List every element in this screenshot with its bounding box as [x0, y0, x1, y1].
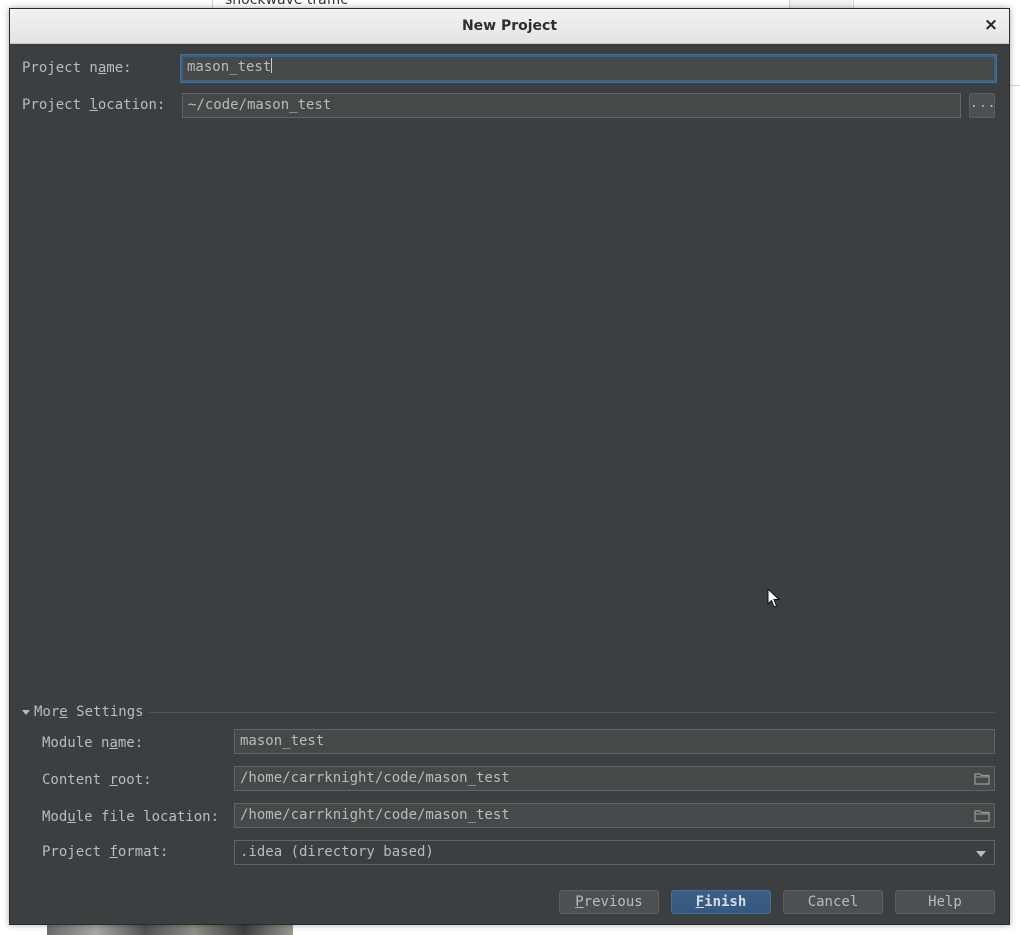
module-name-label: Module name:: [42, 735, 143, 751]
mnemonic-key: l: [89, 97, 98, 113]
new-project-dialog: New Project × Project name: mason_test P…: [9, 8, 1010, 925]
label-text: Project: [22, 97, 90, 113]
module-name-input[interactable]: mason_test: [234, 729, 995, 754]
project-format-label: Project format:: [42, 844, 168, 860]
mnemonic-key: f: [109, 844, 118, 860]
button-label: inish: [704, 894, 747, 910]
project-format-value: .idea (directory based): [240, 844, 434, 860]
project-name-label: Project name:: [22, 60, 132, 76]
label-text: Mod: [42, 809, 68, 825]
section-divider: [149, 712, 995, 713]
label-text: ocation:: [97, 97, 166, 113]
label-text: me:: [106, 60, 132, 76]
background-divider: [1010, 85, 1020, 86]
background-search-button: [789, 0, 852, 8]
project-location-value: ~/code/mason_test: [188, 97, 332, 113]
mnemonic-key: a: [109, 735, 118, 751]
label-text: me:: [117, 735, 144, 751]
background-thumbnail: [47, 924, 293, 935]
previous-button[interactable]: Previous: [559, 890, 659, 914]
label-text: Mor: [34, 704, 60, 720]
button-label: revious: [583, 894, 643, 910]
label-text: le file location:: [75, 809, 220, 825]
label-text: Settings: [67, 704, 144, 720]
label-text: oot:: [117, 772, 152, 788]
project-name-value: mason_test: [187, 59, 272, 75]
label-text: Project: [42, 844, 110, 860]
background-search-text: shockwave traffic: [225, 0, 348, 8]
project-location-label: Project location:: [22, 97, 165, 113]
mnemonic-key: P: [575, 894, 584, 910]
module-name-value: mason_test: [240, 733, 325, 749]
module-file-location-value: /home/carrknight/code/mason_test: [240, 807, 510, 823]
module-file-location-input[interactable]: /home/carrknight/code/mason_test: [234, 803, 995, 828]
mnemonic-key: F: [695, 894, 705, 910]
dialog-title: New Project: [461, 18, 558, 34]
mouse-cursor-icon: [767, 588, 781, 608]
browse-location-button[interactable]: ...: [969, 93, 995, 118]
content-root-value: /home/carrknight/code/mason_test: [240, 770, 510, 786]
project-format-select[interactable]: .idea (directory based): [234, 840, 995, 865]
cancel-button[interactable]: Cancel: [783, 890, 883, 914]
finish-button[interactable]: Finish: [671, 890, 771, 914]
text-caret: [271, 58, 273, 73]
folder-icon[interactable]: [974, 809, 990, 822]
project-name-input[interactable]: mason_test: [181, 55, 996, 82]
label-text: Module n: [42, 735, 110, 751]
help-button[interactable]: Help: [895, 890, 995, 914]
project-location-input[interactable]: ~/code/mason_test: [182, 93, 961, 118]
module-file-location-label: Module file location:: [42, 809, 219, 825]
content-root-label: Content root:: [42, 772, 152, 788]
mnemonic-key: u: [67, 809, 76, 825]
label-text: Project n: [22, 60, 98, 76]
close-icon[interactable]: ×: [981, 15, 1001, 35]
mnemonic-key: e: [59, 704, 68, 720]
dialog-titlebar[interactable]: New Project ×: [10, 9, 1009, 44]
label-text: Content: [42, 772, 110, 788]
label-text: ormat:: [117, 844, 169, 860]
chevron-down-icon: [976, 851, 986, 857]
content-root-input[interactable]: /home/carrknight/code/mason_test: [234, 766, 995, 791]
folder-icon[interactable]: [974, 772, 990, 785]
mnemonic-key: r: [109, 772, 118, 788]
chevron-down-icon: [22, 710, 30, 715]
